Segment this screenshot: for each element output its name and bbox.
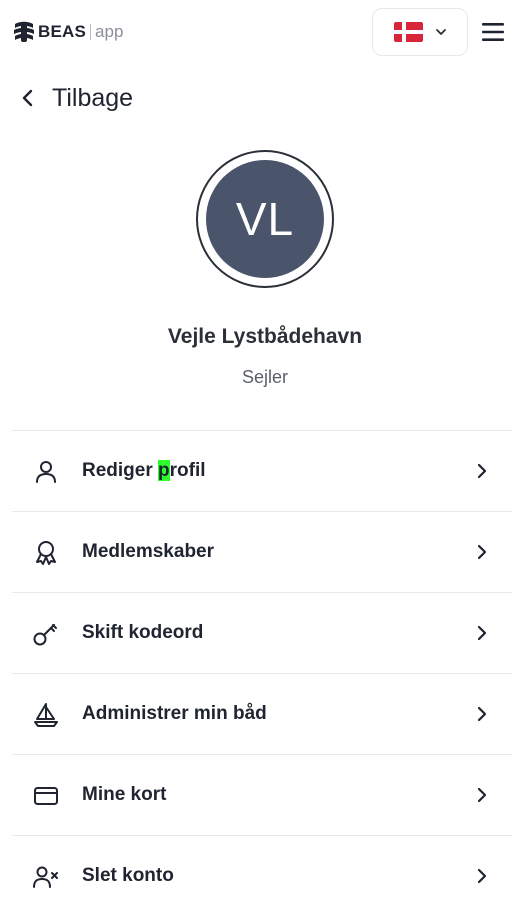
user-icon — [36, 461, 56, 483]
avatar-circle: VL — [206, 160, 324, 278]
back-label: Tilbage — [52, 83, 134, 112]
chevron-right-icon — [477, 463, 487, 479]
menu-item-my-cards[interactable]: Mine kort — [12, 754, 512, 835]
logo-app-text: app — [95, 22, 124, 41]
menu-item-label: Slet konto — [82, 865, 174, 886]
beas-logo-icon — [14, 21, 34, 42]
menu-item-label: Administrer min båd — [82, 703, 267, 724]
award-ribbon-icon — [36, 541, 56, 565]
key-icon — [33, 624, 57, 646]
chevron-right-icon — [477, 787, 487, 803]
sailboat-icon — [34, 703, 58, 727]
menu-item-label: Rediger profil — [82, 460, 206, 481]
top-header: BEAS app — [0, 0, 512, 64]
chevron-right-icon — [477, 544, 487, 560]
chevron-left-icon — [22, 89, 33, 107]
menu-item-manage-boat[interactable]: Administrer min båd — [12, 673, 512, 754]
menu-item-label: Mine kort — [82, 784, 167, 805]
avatar: VL — [196, 150, 334, 288]
menu-item-memberships[interactable]: Medlemskaber — [12, 511, 512, 592]
chevron-down-icon — [435, 29, 446, 35]
profile-menu: Rediger profil Medlemskaber Skift kodeor… — [12, 430, 512, 916]
back-link[interactable]: Tilbage — [16, 80, 133, 116]
hamburger-menu-icon[interactable] — [478, 18, 508, 46]
chevron-right-icon — [477, 625, 487, 641]
menu-item-edit-profile[interactable]: Rediger profil — [12, 430, 512, 511]
credit-card-icon — [34, 787, 58, 805]
beas-logo[interactable]: BEAS app — [12, 18, 123, 46]
chevron-right-icon — [477, 706, 487, 722]
avatar-initials: VL — [235, 193, 295, 245]
menu-item-label: Skift kodeord — [82, 622, 204, 643]
profile-name: Vejle Lystbådehavn — [167, 325, 363, 348]
menu-item-delete-account[interactable]: Slet konto — [12, 835, 512, 916]
profile-role: Sejler — [241, 367, 289, 387]
denmark-flag-icon — [393, 22, 423, 42]
menu-item-label: Medlemskaber — [82, 541, 215, 562]
logo-brand-text: BEAS — [38, 22, 87, 41]
chevron-right-icon — [477, 868, 487, 884]
language-selector[interactable] — [372, 8, 468, 56]
menu-item-change-password[interactable]: Skift kodeord — [12, 592, 512, 673]
logo-divider — [90, 24, 92, 40]
user-remove-icon — [33, 866, 58, 888]
